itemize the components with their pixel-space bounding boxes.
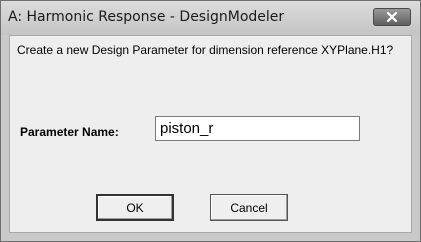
dialog-body: Create a new Design Parameter for dimens… <box>9 35 412 233</box>
cancel-button[interactable]: Cancel <box>210 194 288 221</box>
ok-button[interactable]: OK <box>96 194 174 221</box>
dialog-window: A: Harmonic Response - DesignModeler Cre… <box>0 0 421 242</box>
parameter-name-label: Parameter Name: <box>20 125 119 139</box>
window-title: A: Harmonic Response - DesignModeler <box>8 9 285 25</box>
close-icon <box>386 11 398 23</box>
dialog-message: Create a new Design Parameter for dimens… <box>17 43 394 57</box>
parameter-name-input[interactable] <box>155 116 360 141</box>
close-button[interactable] <box>373 8 411 26</box>
title-bar[interactable]: A: Harmonic Response - DesignModeler <box>1 1 420 35</box>
